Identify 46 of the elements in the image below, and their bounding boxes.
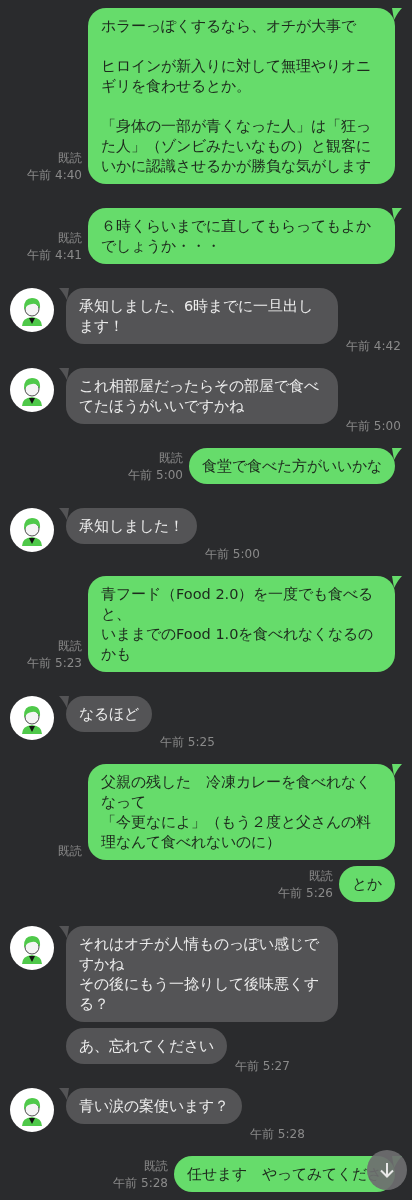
avatar-icon[interactable]: [10, 368, 54, 412]
scroll-down-button[interactable]: [367, 1150, 407, 1190]
message-text: 「身体の一部が青くなった人」は「狂った人」（ゾンビみたいなもの）と観客にいかに認識させるかが勝負な気がします: [101, 117, 372, 176]
message-text: 青い涙の案使います？: [79, 1097, 229, 1116]
message-time: 午前 5:00: [346, 418, 401, 434]
avatar-icon[interactable]: [10, 288, 54, 332]
read-receipt: 既読: [58, 150, 82, 167]
message-time: 午前 4:41: [27, 247, 82, 264]
message-text: あ、忘れてください: [79, 1037, 214, 1056]
avatar-icon[interactable]: [10, 1088, 54, 1132]
message-text: ヒロインが新入りに対して無理やりオニギリを食わせるとか。: [101, 57, 372, 96]
avatar-icon[interactable]: [10, 696, 54, 740]
read-receipt: 既読: [309, 868, 333, 885]
message-text: とか: [352, 875, 382, 894]
message-text: それはオチが人情ものっぽい感じですかね: [79, 935, 320, 974]
message-text: なるほど: [79, 705, 139, 724]
read-receipt: 既読: [58, 638, 82, 655]
avatar-icon[interactable]: [10, 508, 54, 552]
avatar-icon[interactable]: [10, 926, 54, 970]
message-time: 午前 5:28: [250, 1126, 305, 1142]
message-time: 午前 5:00: [205, 546, 260, 562]
message-text: 任せます やってみてくださ: [187, 1165, 382, 1184]
read-receipt: 既読: [144, 1158, 168, 1175]
message-text: 食堂で食べた方がいいかな: [202, 457, 382, 476]
message-time: 午前 4:42: [346, 338, 401, 354]
message-text: これ相部屋だったらその部屋で食べてたほうがいいですかね: [79, 377, 320, 416]
read-receipt: 既読: [159, 450, 183, 467]
read-receipt: 既読: [58, 230, 82, 247]
message-time: 午前 5:26: [278, 885, 333, 902]
message-text: 青フード（Food 2.0）を一度でも食べると、: [101, 585, 375, 624]
read-receipt: 既読: [58, 843, 82, 860]
message-time: 午前 5:23: [27, 655, 82, 672]
message-time: 午前 5:27: [235, 1058, 290, 1074]
message-time: 午前 5:00: [128, 467, 183, 484]
message-text: その後にもう一捻りして後味悪くする？: [79, 975, 320, 1014]
message-time: 午前 5:28: [113, 1175, 168, 1192]
message-text: 承知しました、6時までに一旦出します！: [79, 297, 315, 336]
message-time: 午前 4:40: [27, 167, 82, 184]
message-text: ６時くらいまでに直してもらってもよかでしょうか・・・: [101, 217, 372, 256]
message-text: 承知しました！: [79, 517, 184, 536]
message-time: 午前 5:25: [160, 734, 215, 750]
message-text: 父親の残した 冷凍カレーを食べれなくなって: [101, 773, 372, 812]
message-text: ホラーっぽくするなら、オチが大事で: [101, 17, 357, 36]
message-text: 「今更なによ」（もう２度と父さんの料理なんて食べれないのに）: [101, 813, 372, 852]
message-text: いままでのFood 1.0を食べれなくなるのかも: [101, 625, 375, 664]
arrow-down-icon: [378, 1161, 396, 1179]
